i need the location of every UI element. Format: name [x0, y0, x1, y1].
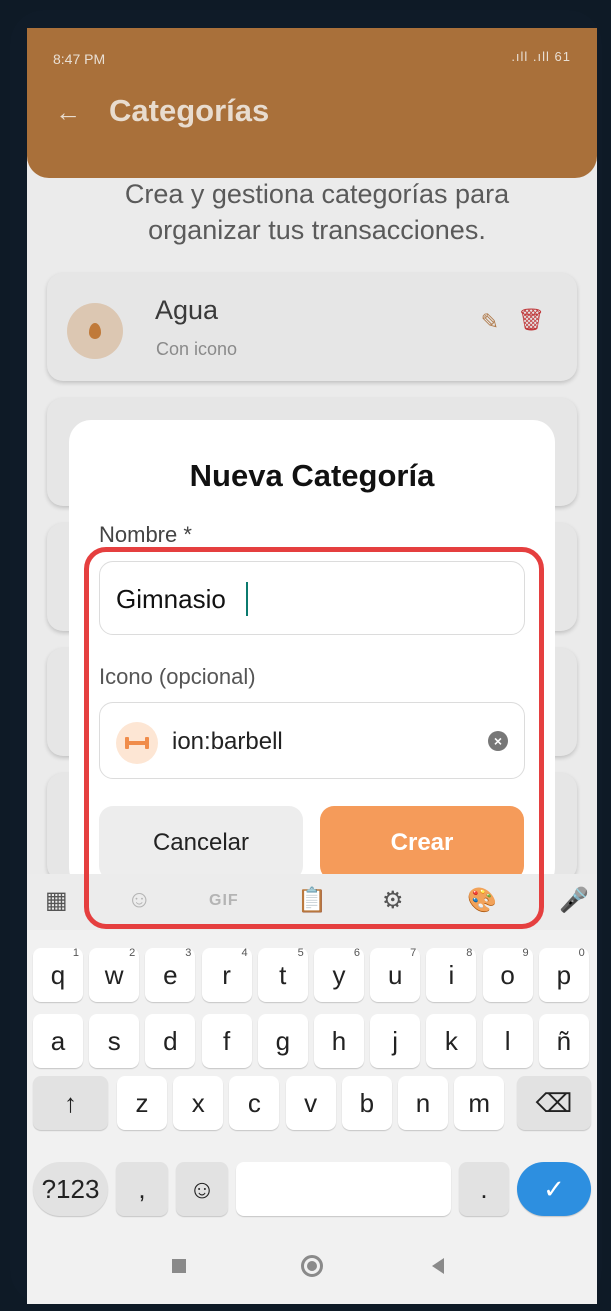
key-label: x [191, 1088, 205, 1118]
category-card[interactable]: Agua Con icono ✎ 🗑 [47, 273, 577, 381]
microphone-icon[interactable]: 🎤 [559, 886, 589, 915]
key-label: u [387, 960, 403, 990]
key-hint: 8 [466, 947, 473, 959]
key-m[interactable]: m [454, 1076, 505, 1130]
key-label: l [504, 1026, 511, 1056]
shift-key[interactable]: ↑ [33, 1076, 108, 1130]
status-time: 8:47 PM [53, 51, 106, 67]
water-drop-icon [67, 303, 123, 359]
key-q[interactable]: q1 [33, 947, 83, 1002]
key-o[interactable]: o9 [482, 947, 533, 1002]
key-label: t [279, 960, 287, 990]
key-label: r [222, 960, 231, 990]
key-a[interactable]: a [33, 1014, 83, 1068]
key-k[interactable]: k [426, 1014, 477, 1068]
key-r[interactable]: r4 [201, 947, 252, 1002]
key-label: w [104, 960, 124, 990]
key-l[interactable]: l [482, 1014, 533, 1068]
key-j[interactable]: j [370, 1014, 421, 1068]
key-p[interactable]: p0 [538, 947, 589, 1002]
key-label: d [163, 1026, 178, 1056]
key-x[interactable]: x [173, 1076, 224, 1130]
key-label: g [275, 1026, 291, 1056]
key-b[interactable]: b [341, 1076, 392, 1130]
key-hint: 7 [410, 947, 417, 959]
recents-icon[interactable] [172, 1259, 186, 1273]
edit-icon[interactable]: ✎ [481, 309, 499, 335]
enter-key[interactable]: ✓ [517, 1162, 591, 1216]
key-label: y [332, 960, 346, 990]
page-subtitle: Crea y gestiona categorías para organiza… [124, 179, 510, 245]
period-key[interactable]: . [459, 1162, 509, 1216]
key-label: p [556, 960, 572, 990]
dialog-title: Nueva Categoría [189, 458, 435, 493]
key-label: ñ [556, 1026, 572, 1056]
category-subtitle: Con icono [156, 339, 238, 359]
page-title: Categorías [109, 93, 270, 128]
app-bar: ← Categorías [27, 83, 597, 178]
space-bar[interactable] [236, 1162, 451, 1216]
key-label: j [392, 1026, 399, 1056]
numbers-key[interactable]: ?123 [33, 1162, 108, 1216]
key-t[interactable]: t5 [257, 947, 308, 1002]
key-g[interactable]: g [257, 1014, 308, 1068]
key-f[interactable]: f [201, 1014, 252, 1068]
key-hint: 3 [185, 947, 192, 959]
key-d[interactable]: d [145, 1014, 196, 1068]
key-label: n [415, 1088, 431, 1118]
highlight-box [84, 547, 544, 929]
key-label: e [163, 960, 178, 990]
key-z[interactable]: z [117, 1076, 167, 1130]
backspace-key[interactable]: ⌫ [517, 1076, 591, 1130]
key-label: h [331, 1026, 347, 1056]
key-y[interactable]: y6 [314, 947, 364, 1002]
key-hint: 4 [241, 947, 248, 959]
navigation-bar [27, 1237, 597, 1304]
key-label: m [468, 1088, 491, 1118]
back-arrow-icon[interactable]: ← [55, 97, 81, 128]
home-icon[interactable] [301, 1255, 323, 1277]
name-label: Nombre * [99, 522, 192, 547]
key-label: o [500, 960, 515, 990]
key-hint: 0 [578, 947, 585, 959]
key-e[interactable]: e3 [145, 947, 196, 1002]
key-u[interactable]: u7 [370, 947, 421, 1002]
category-name: Agua [155, 295, 219, 325]
key-label: q [50, 960, 66, 990]
status-icons: .ıll .ıll 61 [511, 49, 571, 64]
key-label: k [444, 1026, 458, 1056]
key-label: f [222, 1026, 231, 1056]
comma-key[interactable]: , [116, 1162, 168, 1216]
key-label: b [359, 1088, 375, 1118]
key-hint: 2 [129, 947, 136, 959]
key-c[interactable]: c [229, 1076, 280, 1130]
emoji-key[interactable]: ☺ [176, 1162, 228, 1216]
key-hint: 5 [297, 947, 304, 959]
key-s[interactable]: s [89, 1014, 140, 1068]
key-ñ[interactable]: ñ [538, 1014, 589, 1068]
key-w[interactable]: w2 [89, 947, 140, 1002]
key-hint: 9 [522, 947, 529, 959]
key-h[interactable]: h [314, 1014, 364, 1068]
back-icon[interactable] [432, 1258, 444, 1274]
key-hint: 1 [72, 947, 79, 959]
keyboard: ▦ ☺ GIF 📋 ⚙ 🎨 🎤 q1w2e3r4t5y6u7i8o9p0 asd… [27, 874, 597, 1304]
key-v[interactable]: v [285, 1076, 336, 1130]
key-label: z [135, 1088, 149, 1118]
key-n[interactable]: n [398, 1076, 448, 1130]
key-label: a [50, 1026, 66, 1056]
apps-grid-icon[interactable]: ▦ [45, 886, 68, 915]
key-label: s [107, 1026, 121, 1056]
status-bar: 8:47 PM .ıll .ıll 61 [27, 28, 597, 83]
key-label: c [247, 1088, 261, 1118]
key-label: v [304, 1088, 318, 1118]
key-hint: 6 [353, 947, 360, 959]
key-label: i [448, 960, 455, 990]
delete-icon[interactable]: 🗑 [517, 307, 545, 333]
key-i[interactable]: i8 [426, 947, 477, 1002]
